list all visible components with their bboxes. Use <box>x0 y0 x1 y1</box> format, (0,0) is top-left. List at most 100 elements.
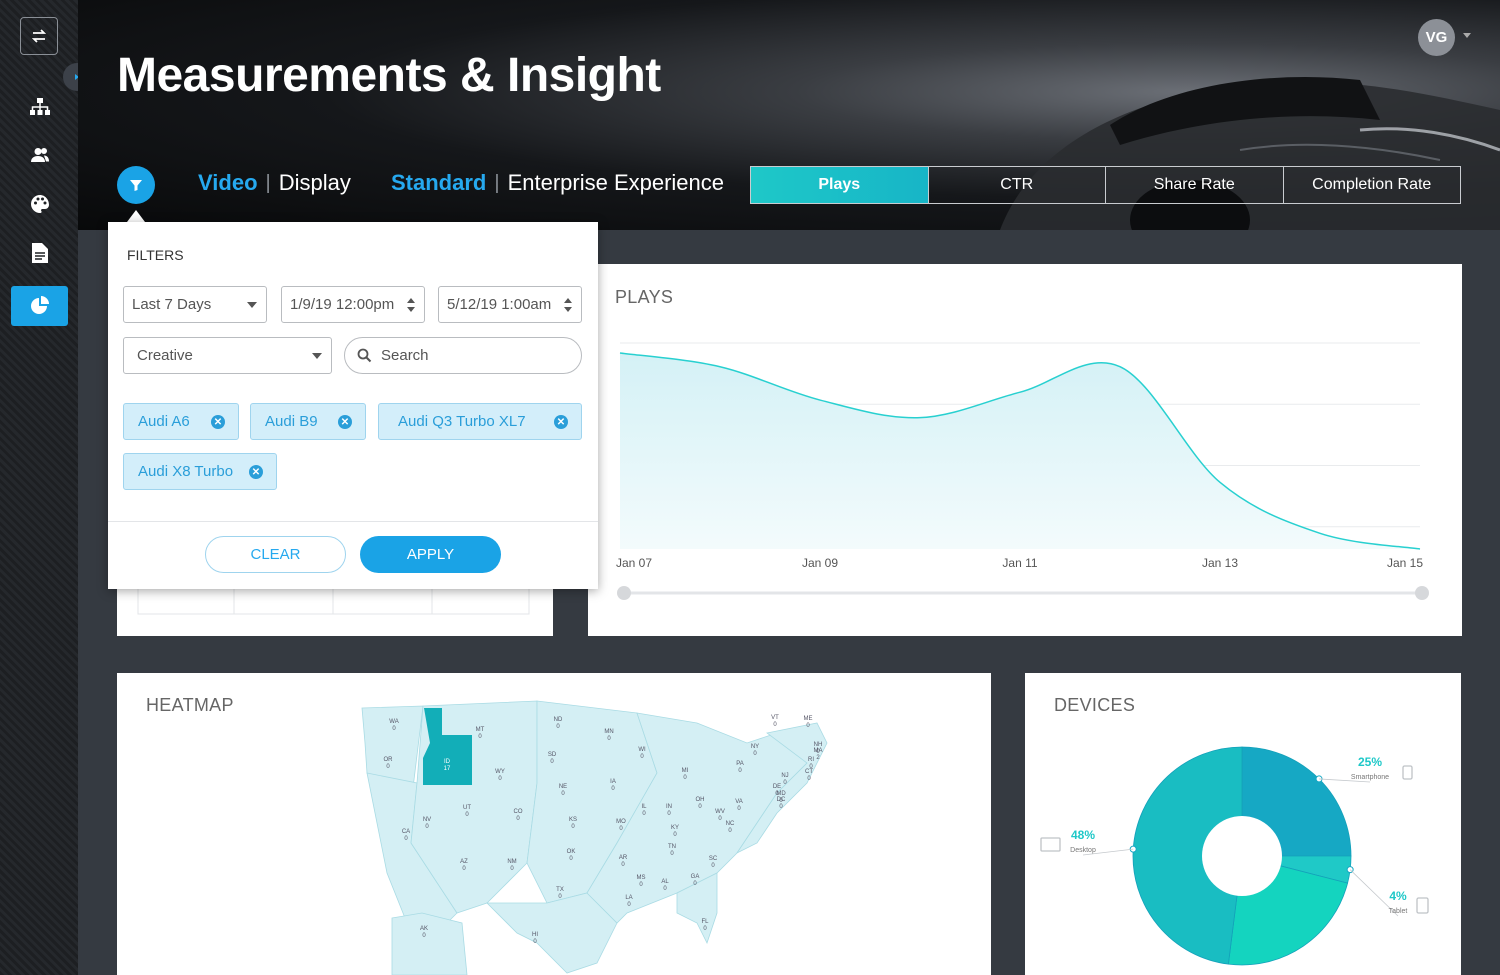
hierarchy-icon[interactable] <box>11 87 68 127</box>
map-state-label: GA <box>691 874 700 880</box>
date-range-select[interactable]: Last 7 Days <box>123 286 267 323</box>
end-datetime-field[interactable]: 5/12/19 1:00am <box>438 286 582 323</box>
filters-popup: FILTERS Last 7 Days 1/9/19 12:00pm 5/12/… <box>108 222 598 589</box>
map-state-label: MS <box>637 875 646 881</box>
filter-chip[interactable]: Audi A6 ✕ <box>123 403 239 440</box>
users-icon[interactable] <box>11 135 68 175</box>
map-state-label: FL <box>701 919 709 925</box>
start-datetime-field[interactable]: 1/9/19 12:00pm <box>281 286 425 323</box>
map-state-label: CO <box>514 809 523 815</box>
x-tick-label: Jan 07 <box>616 556 652 570</box>
map-state-label: MN <box>604 729 613 735</box>
filter-chip-label: Audi B9 <box>265 413 318 430</box>
tab-ctr[interactable]: CTR <box>929 167 1106 203</box>
donut-device-label: Smartphone <box>1351 774 1389 781</box>
toggle-separator: | <box>265 171 271 194</box>
chevron-down-icon[interactable] <box>1463 33 1471 38</box>
tab-share-rate[interactable]: Share Rate <box>1106 167 1284 203</box>
map-state-label: CT <box>805 769 813 775</box>
x-tick-label: Jan 15 <box>1387 556 1423 570</box>
plays-card: PLAYS Jan 07 Jan 09 Jan 11 Jan 13 Jan 15 <box>588 264 1462 636</box>
map-state-label: NY <box>751 744 759 750</box>
desktop-icon <box>1040 837 1061 852</box>
filter-chip-label: Audi A6 <box>138 413 190 430</box>
group-by-select[interactable]: Creative <box>123 337 332 374</box>
apply-button[interactable]: APPLY <box>360 536 501 573</box>
filter-chip[interactable]: Audi Q3 Turbo XL7 ✕ <box>378 403 582 440</box>
avatar[interactable]: VG <box>1418 19 1455 56</box>
clear-button[interactable]: CLEAR <box>205 536 346 573</box>
map-region-alaska[interactable] <box>391 912 468 975</box>
map-state-value: 17 <box>444 766 451 772</box>
experience-standard-option[interactable]: Standard <box>391 170 486 196</box>
spinner-icon[interactable] <box>406 297 416 313</box>
map-state-label: KS <box>569 817 577 823</box>
plays-area-fill <box>620 353 1420 549</box>
us-heatmap: WA0OR0CA0ID17MT0WY0NV0UT0AZ0CO0NM0ND0SD0… <box>361 700 828 975</box>
tab-completion-rate[interactable]: Completion Rate <box>1284 167 1461 203</box>
chevron-down-icon <box>312 353 322 359</box>
map-state-label: IL <box>641 804 647 810</box>
map-state-label: OH <box>696 797 705 803</box>
filter-button[interactable] <box>117 166 155 204</box>
switch-icon[interactable] <box>20 17 58 55</box>
search-input[interactable]: Search <box>344 337 582 374</box>
devices-donut-chart: 25% Smartphone 4% Tablet 48% Desktop <box>1040 746 1429 966</box>
palette-icon[interactable] <box>11 184 68 224</box>
metric-tabs: Plays CTR Share Rate Completion Rate <box>750 166 1461 204</box>
map-state-label: CA <box>402 829 410 835</box>
toggle-separator: | <box>494 171 500 194</box>
map-state-label: MA <box>814 748 823 754</box>
pie-chart-icon[interactable] <box>11 286 68 326</box>
map-state-label: KY <box>671 825 679 831</box>
spinner-icon[interactable] <box>563 297 573 313</box>
tab-plays[interactable]: Plays <box>751 167 929 203</box>
tablet-icon <box>1416 897 1429 914</box>
x-tick-label: Jan 09 <box>802 556 838 570</box>
map-state-label: ID <box>444 759 451 765</box>
map-state-label: DE <box>773 784 781 790</box>
date-range-slider-start-handle[interactable] <box>617 586 631 600</box>
remove-chip-icon[interactable]: ✕ <box>211 415 225 429</box>
donut-percent-label: 4% <box>1389 889 1407 903</box>
heatmap-card: HEATMAP WA 0 OR 0 CA 0 ID 17 MT 0 WY 0 NV 0 UT 0 AZ 0 CO 0 N… <box>117 673 991 975</box>
start-datetime-value: 1/9/19 12:00pm <box>290 296 395 313</box>
filter-chip[interactable]: Audi B9 ✕ <box>250 403 366 440</box>
format-video-option[interactable]: Video <box>198 170 258 196</box>
x-tick-label: Jan 13 <box>1202 556 1238 570</box>
page-title: Measurements & Insight <box>117 49 661 102</box>
x-tick-label: Jan 11 <box>1002 556 1037 570</box>
donut-device-label: Tablet <box>1389 908 1408 915</box>
experience-toggle: Standard | Enterprise Experience <box>391 170 724 196</box>
date-range-slider-end-handle[interactable] <box>1415 586 1429 600</box>
filter-chip-label: Audi Q3 Turbo XL7 <box>398 413 526 430</box>
map-state-label: VT <box>771 715 779 721</box>
donut-percent-label: 25% <box>1358 755 1382 769</box>
sidebar <box>0 0 91 975</box>
search-icon <box>357 348 372 363</box>
date-range-value: Last 7 Days <box>132 296 212 313</box>
filter-chip-label: Audi X8 Turbo <box>138 463 234 480</box>
map-state-label: ND <box>554 717 563 723</box>
experience-enterprise-option[interactable]: Enterprise Experience <box>508 170 724 196</box>
map-state-label: NM <box>507 859 516 865</box>
map-state-label: WV <box>715 809 725 815</box>
map-state-label: HI <box>532 932 538 938</box>
remove-chip-icon[interactable]: ✕ <box>338 415 352 429</box>
format-display-option[interactable]: Display <box>279 170 351 196</box>
map-state-label: SC <box>709 856 718 862</box>
map-state-label: AZ <box>460 859 468 865</box>
document-icon[interactable] <box>11 233 68 273</box>
map-state-label: DC <box>777 797 786 803</box>
filter-chip[interactable]: Audi X8 Turbo ✕ <box>123 453 277 490</box>
devices-card: DEVICES 25% Smartphone 4% Tablet 48% Desktop <box>1025 673 1461 975</box>
remove-chip-icon[interactable]: ✕ <box>554 415 568 429</box>
map-state-label: MO <box>616 819 626 825</box>
map-state-label: AL <box>661 879 669 885</box>
remove-chip-icon[interactable]: ✕ <box>249 465 263 479</box>
map-state-label: ME <box>804 716 813 722</box>
map-state-label: RI <box>808 757 814 763</box>
map-region-texas[interactable] <box>486 892 618 974</box>
map-state-label: UT <box>463 805 471 811</box>
map-state-value: 0 <box>773 722 777 728</box>
